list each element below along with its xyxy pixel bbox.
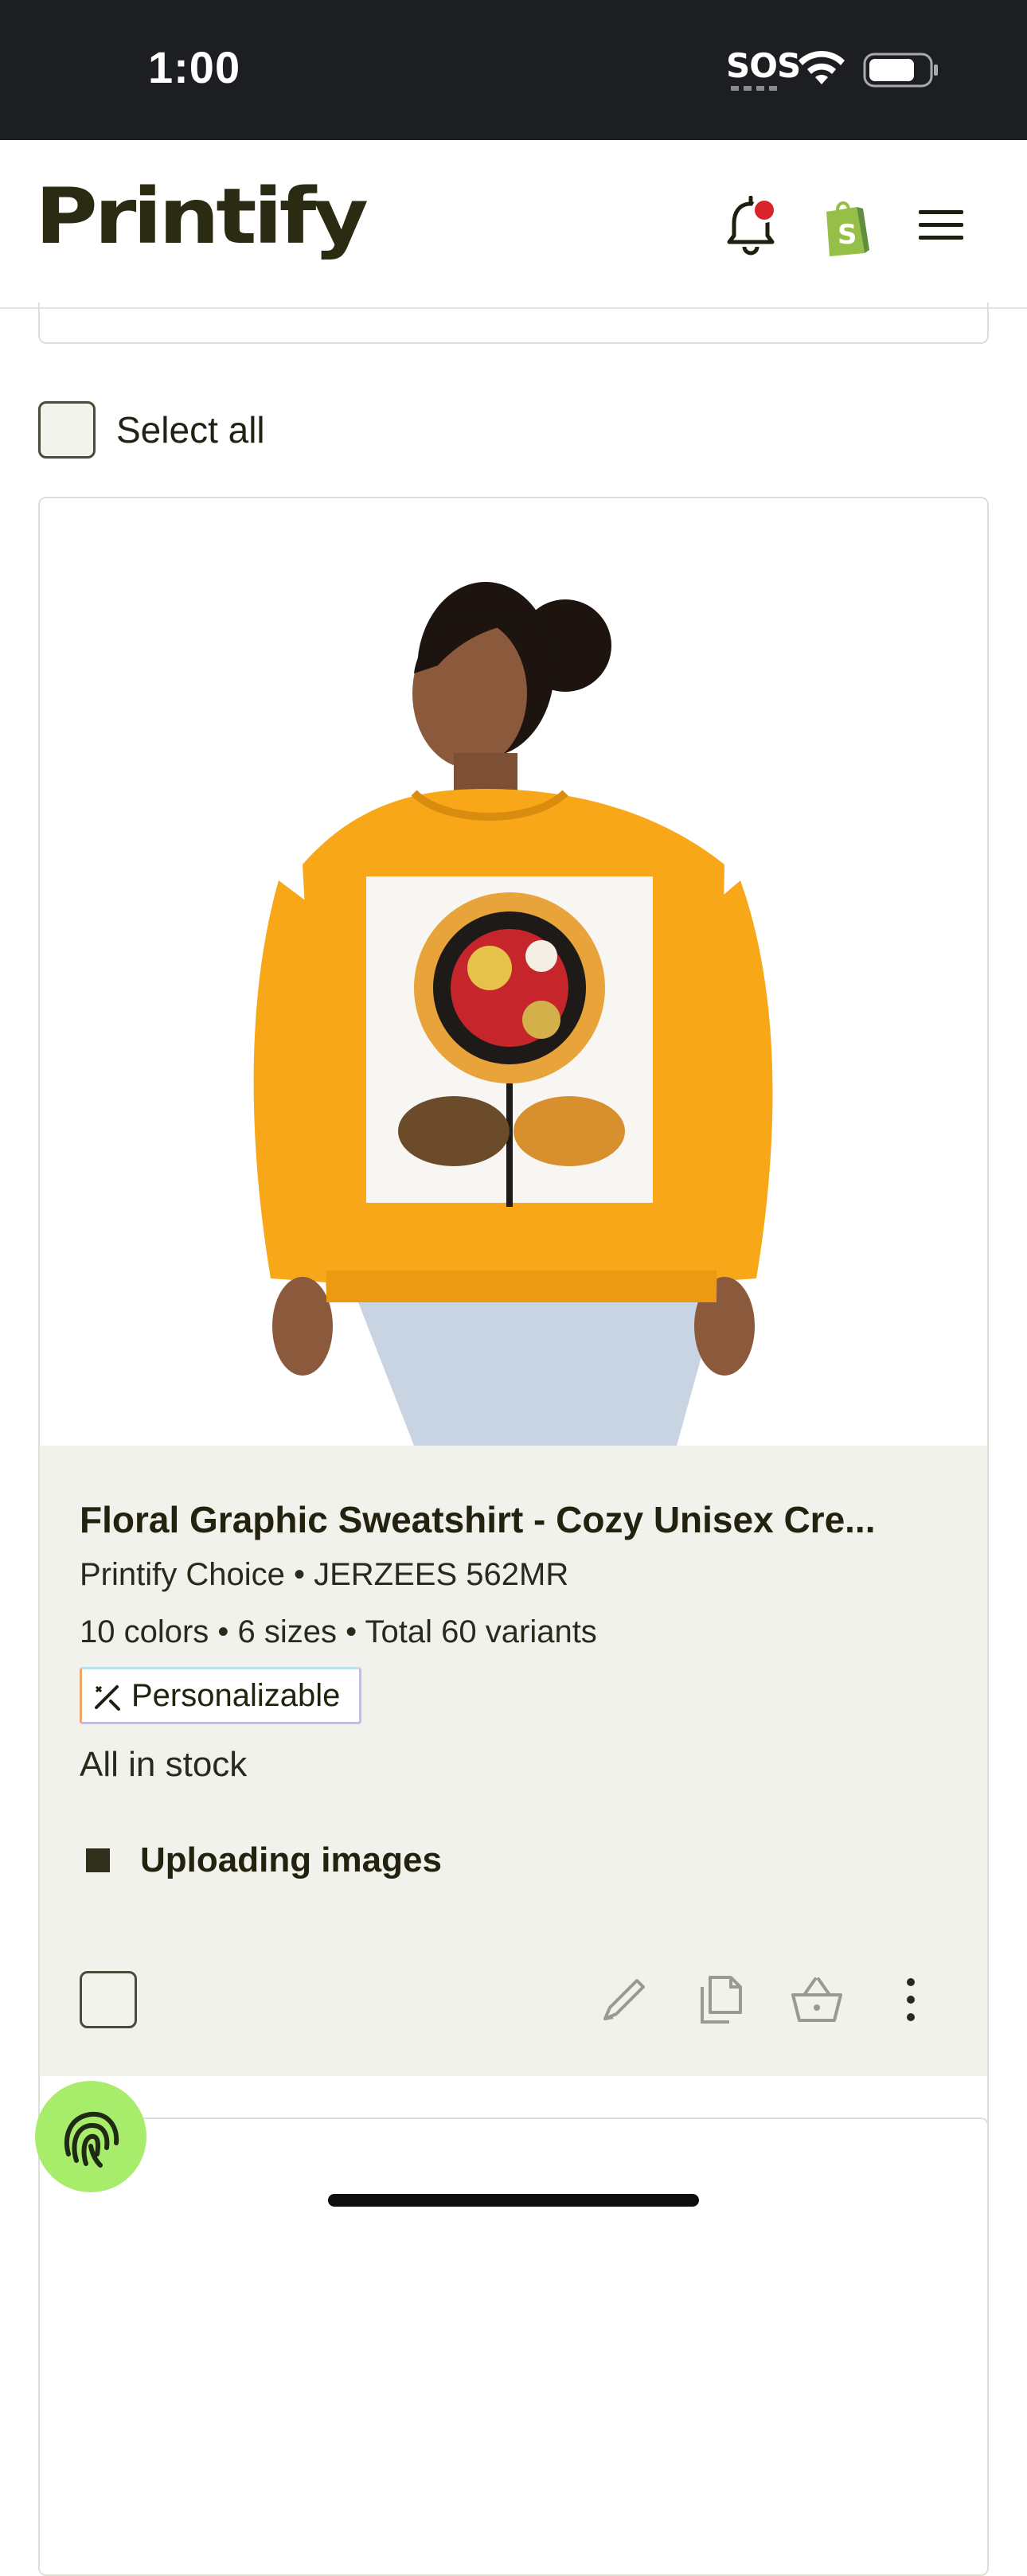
status-time: 1:00 <box>148 42 241 92</box>
shopify-icon[interactable]: S <box>820 197 871 258</box>
stock-status: All in stock <box>80 1745 248 1784</box>
personalizable-label: Personalizable <box>131 1677 341 1713</box>
product-image[interactable] <box>40 498 987 1446</box>
select-all-row[interactable]: Select all <box>38 401 265 459</box>
product-variants: 10 colors • 6 sizes • Total 60 variants <box>80 1614 597 1649</box>
personalize-icon <box>95 1685 120 1711</box>
product-info: Floral Graphic Sweatshirt - Cozy Unisex … <box>40 1446 987 2076</box>
upload-status-icon <box>86 1848 110 1872</box>
svg-text:S: S <box>838 219 857 251</box>
signal-dots <box>731 86 779 91</box>
publish-basket-icon[interactable] <box>788 1971 845 2028</box>
select-all-label: Select all <box>116 409 265 451</box>
notification-dot <box>752 197 777 223</box>
fingerprint-fab[interactable] <box>35 2081 146 2192</box>
battery-icon <box>863 53 938 88</box>
fingerprint-icon <box>64 2111 119 2168</box>
printify-logo[interactable]: Printify <box>35 172 369 261</box>
product-select-checkbox[interactable] <box>80 1971 137 2028</box>
product-title[interactable]: Floral Graphic Sweatshirt - Cozy Unisex … <box>80 1498 955 1541</box>
status-bar: 1:00 SOS <box>0 0 1027 140</box>
app-header: Printify S <box>0 140 1027 309</box>
personalizable-badge: Personalizable <box>80 1667 362 1724</box>
product-provider: Printify Choice • JERZEES 562MR <box>80 1557 569 1592</box>
upload-status: Uploading images <box>86 1840 442 1880</box>
hamburger-menu-icon[interactable] <box>916 205 966 245</box>
previous-card-edge <box>38 302 989 344</box>
upload-status-label: Uploading images <box>140 1840 442 1879</box>
select-all-checkbox[interactable] <box>38 401 96 459</box>
sos-indicator: SOS <box>726 46 801 85</box>
more-vertical-icon[interactable] <box>882 1971 939 2028</box>
home-indicator <box>328 2194 699 2207</box>
pencil-icon[interactable] <box>596 1971 653 2028</box>
wifi-icon <box>799 50 845 84</box>
duplicate-icon[interactable] <box>691 1971 748 2028</box>
